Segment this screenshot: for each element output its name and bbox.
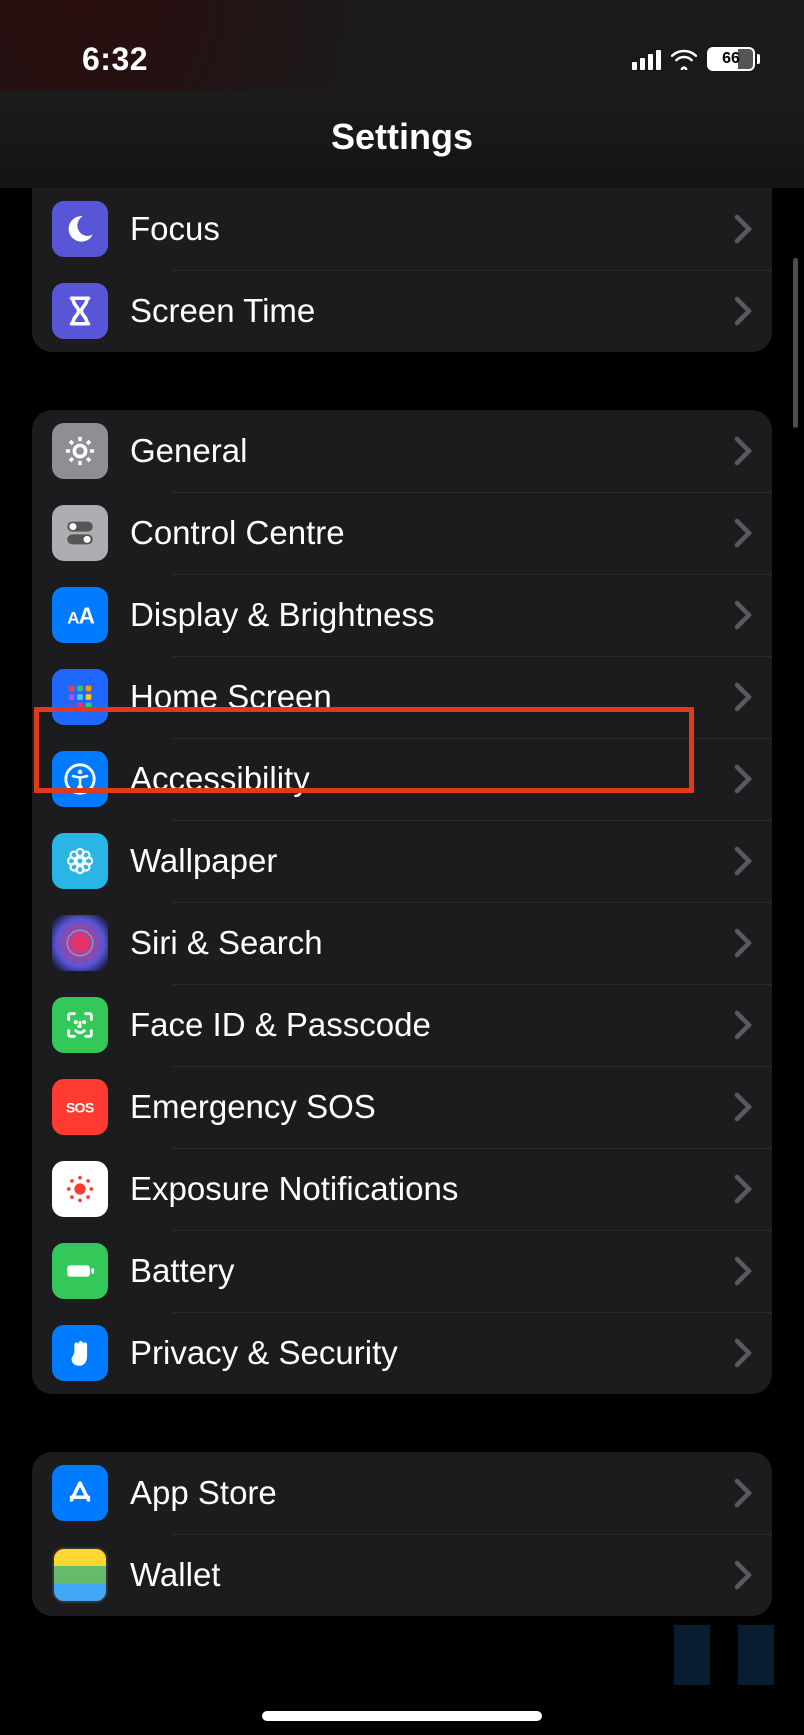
settings-row-label: Display & Brightness bbox=[130, 596, 734, 634]
scroll-indicator[interactable] bbox=[793, 258, 798, 428]
watermark bbox=[664, 1605, 784, 1705]
faceid-icon bbox=[52, 997, 108, 1053]
settings-row-homescreen[interactable]: Home Screen bbox=[32, 656, 772, 738]
hourglass-icon bbox=[52, 283, 108, 339]
wifi-icon bbox=[671, 48, 697, 70]
settings-row-exposure[interactable]: Exposure Notifications bbox=[32, 1148, 772, 1230]
settings-row-label: Control Centre bbox=[130, 514, 734, 552]
settings-row-display[interactable]: AA Display & Brightness bbox=[32, 574, 772, 656]
chevron-right-icon bbox=[734, 518, 752, 548]
settings-row-label: Home Screen bbox=[130, 678, 734, 716]
settings-row-siri[interactable]: Siri & Search bbox=[32, 902, 772, 984]
status-indicators: 66 bbox=[632, 47, 760, 71]
settings-group-1: Focus Screen Time bbox=[32, 188, 772, 352]
toggles-icon bbox=[52, 505, 108, 561]
settings-row-label: Privacy & Security bbox=[130, 1334, 734, 1372]
sos-icon: SOS bbox=[52, 1079, 108, 1135]
chevron-right-icon bbox=[734, 1092, 752, 1122]
settings-row-appstore[interactable]: App Store bbox=[32, 1452, 772, 1534]
settings-row-wallpaper[interactable]: Wallpaper bbox=[32, 820, 772, 902]
wallet-icon bbox=[52, 1547, 108, 1603]
home-indicator[interactable] bbox=[262, 1711, 542, 1721]
settings-row-label: Battery bbox=[130, 1252, 734, 1290]
chevron-right-icon bbox=[734, 436, 752, 466]
settings-group-2: General Control Centre AA Display & Brig… bbox=[32, 410, 772, 1394]
settings-row-label: General bbox=[130, 432, 734, 470]
chevron-right-icon bbox=[734, 764, 752, 794]
svg-text:SOS: SOS bbox=[66, 1101, 94, 1117]
cellular-signal-icon bbox=[632, 48, 661, 70]
text-size-icon: AA bbox=[52, 587, 108, 643]
settings-row-label: Focus bbox=[130, 210, 734, 248]
settings-row-general[interactable]: General bbox=[32, 410, 772, 492]
navbar: Settings bbox=[0, 90, 804, 188]
settings-row-screentime[interactable]: Screen Time bbox=[32, 270, 772, 352]
svg-text:A: A bbox=[79, 603, 95, 629]
status-bar: 6:32 66 bbox=[0, 0, 804, 90]
settings-row-battery[interactable]: Battery bbox=[32, 1230, 772, 1312]
settings-row-label: Accessibility bbox=[130, 760, 734, 798]
chevron-right-icon bbox=[734, 1560, 752, 1590]
battery-icon bbox=[52, 1243, 108, 1299]
chevron-right-icon bbox=[734, 1338, 752, 1368]
chevron-right-icon bbox=[734, 846, 752, 876]
settings-row-controlcentre[interactable]: Control Centre bbox=[32, 492, 772, 574]
exposure-icon bbox=[52, 1161, 108, 1217]
chevron-right-icon bbox=[734, 214, 752, 244]
app-grid-icon bbox=[52, 669, 108, 725]
chevron-right-icon bbox=[734, 1010, 752, 1040]
settings-row-label: Wallpaper bbox=[130, 842, 734, 880]
siri-icon bbox=[52, 915, 108, 971]
settings-row-accessibility[interactable]: Accessibility bbox=[32, 738, 772, 820]
page-title: Settings bbox=[0, 116, 804, 158]
hand-icon bbox=[52, 1325, 108, 1381]
settings-row-label: Siri & Search bbox=[130, 924, 734, 962]
chevron-right-icon bbox=[734, 600, 752, 630]
chevron-right-icon bbox=[734, 1174, 752, 1204]
battery-indicator: 66 bbox=[707, 47, 760, 71]
settings-row-label: Exposure Notifications bbox=[130, 1170, 734, 1208]
settings-row-wallet[interactable]: Wallet bbox=[32, 1534, 772, 1616]
settings-group-3: App Store Wallet bbox=[32, 1452, 772, 1616]
settings-row-label: Face ID & Passcode bbox=[130, 1006, 734, 1044]
settings-row-privacy[interactable]: Privacy & Security bbox=[32, 1312, 772, 1394]
appstore-icon bbox=[52, 1465, 108, 1521]
gear-icon bbox=[52, 423, 108, 479]
chevron-right-icon bbox=[734, 296, 752, 326]
settings-row-label: App Store bbox=[130, 1474, 734, 1512]
settings-row-label: Wallet bbox=[130, 1556, 734, 1594]
status-time: 6:32 bbox=[82, 41, 148, 78]
chevron-right-icon bbox=[734, 1256, 752, 1286]
flower-icon bbox=[52, 833, 108, 889]
accessibility-icon bbox=[52, 751, 108, 807]
chevron-right-icon bbox=[734, 928, 752, 958]
settings-row-label: Emergency SOS bbox=[130, 1088, 734, 1126]
settings-row-focus[interactable]: Focus bbox=[32, 188, 772, 270]
settings-row-label: Screen Time bbox=[130, 292, 734, 330]
chevron-right-icon bbox=[734, 682, 752, 712]
chevron-right-icon bbox=[734, 1478, 752, 1508]
battery-level: 66 bbox=[707, 47, 755, 71]
settings-row-sos[interactable]: SOS Emergency SOS bbox=[32, 1066, 772, 1148]
moon-icon bbox=[52, 201, 108, 257]
settings-row-faceid[interactable]: Face ID & Passcode bbox=[32, 984, 772, 1066]
